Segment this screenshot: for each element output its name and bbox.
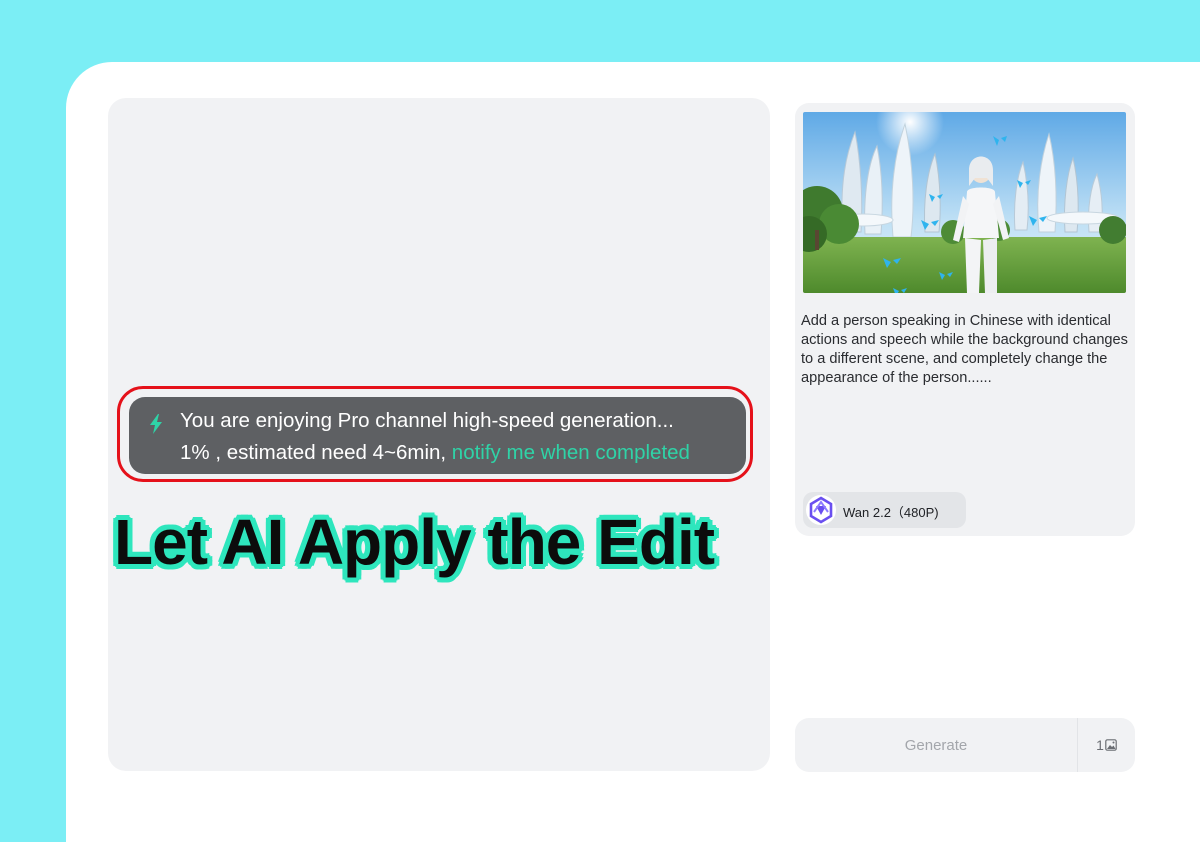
toast-progress-line: 1% , estimated need 4~6min, notify me wh… [180,441,690,465]
progress-estimate-text: 1% , estimated need 4~6min, [180,441,452,464]
output-count: 1 [1096,737,1104,753]
image-icon [1105,739,1117,751]
prompt-text: Add a person speaking in Chinese with id… [801,313,1128,386]
output-count-control[interactable]: 1 [1078,718,1135,772]
generate-bar: Generate 1 [795,718,1135,772]
toast-status-text: You are enjoying Pro channel high-speed … [180,409,674,432]
generation-progress-toast: You are enjoying Pro channel high-speed … [129,397,746,474]
qwen-logo-icon [806,495,836,525]
model-label: Wan 2.2（480P) [843,505,939,520]
result-thumbnail[interactable] [803,112,1126,293]
model-chip[interactable]: Wan 2.2（480P) [803,492,966,528]
notify-me-link[interactable]: notify me when completed [452,441,690,464]
lightning-bolt-icon [150,414,162,434]
task-card[interactable]: Add a person speaking in Chinese with id… [795,103,1135,536]
generate-button[interactable]: Generate [795,718,1077,772]
thumbnail-image [803,112,1126,293]
overlay-caption: Let AI Apply the Edit [114,506,715,578]
